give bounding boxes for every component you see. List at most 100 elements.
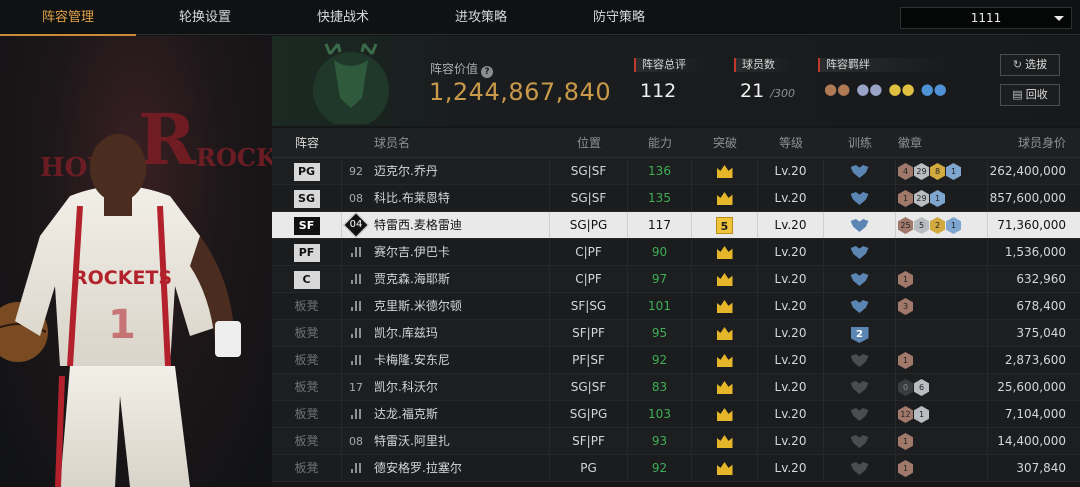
lineup-slot-tag[interactable]: C: [293, 271, 320, 289]
col-training[interactable]: 训练: [824, 128, 896, 157]
player-name[interactable]: 特雷沃.阿里扎: [370, 428, 550, 454]
cell-badges: [896, 320, 988, 346]
player-name[interactable]: 迈克尔.乔丹: [370, 158, 550, 184]
player-value: 307,840: [1016, 461, 1066, 475]
lineup-slot-tag[interactable]: PF: [293, 244, 320, 262]
lineup-slot-bench[interactable]: 板凳: [294, 434, 318, 448]
roster-table: 阵容 球员名 位置 能力 突破 等级 训练 徽章 球员身价 PG 92 迈克尔.…: [272, 128, 1080, 482]
col-badges[interactable]: 徽章: [896, 128, 988, 157]
badge-hex-icon[interactable]: 0: [898, 379, 913, 396]
tab-offense-strategy[interactable]: 进攻策略: [413, 0, 549, 35]
bond-gold-icon[interactable]: ●●: [888, 80, 914, 98]
col-slot[interactable]: 阵容: [272, 128, 342, 157]
player-value: 262,400,000: [989, 164, 1066, 178]
tab-defense-strategy[interactable]: 防守策略: [551, 0, 687, 35]
cell-breakthrough: [692, 374, 758, 400]
badge-hex-icon[interactable]: 1: [914, 406, 929, 423]
player-name[interactable]: 特雷西.麦格雷迪: [370, 212, 550, 238]
breakthrough-crown-icon: [716, 192, 733, 205]
training-icon[interactable]: [850, 219, 869, 232]
badge-hex-icon[interactable]: 1: [898, 460, 913, 477]
table-row[interactable]: 板凳 17 凯尔.科沃尔 SG|SF 83 Lv.20 06 25,600,00…: [272, 374, 1080, 401]
player-name[interactable]: 赛尔吉.伊巴卡: [370, 239, 550, 265]
table-row[interactable]: SF 04 特雷西.麦格雷迪 SG|PG 117 5 Lv.20 25 5 2 1 7…: [272, 212, 1080, 239]
lineup-slot-bench[interactable]: 板凳: [294, 461, 318, 475]
player-name[interactable]: 卡梅隆.安东尼: [370, 347, 550, 373]
bond-blue-icon[interactable]: ●●: [921, 80, 947, 98]
training-locked-icon[interactable]: [850, 408, 869, 421]
lineup-slot-bench[interactable]: 板凳: [294, 407, 318, 421]
training-locked-icon[interactable]: [850, 381, 869, 394]
col-name[interactable]: 球员名: [370, 128, 550, 157]
badge-hex-icon[interactable]: 1: [946, 217, 961, 234]
col-level[interactable]: 等级: [758, 128, 824, 157]
table-row[interactable]: 板凳 08 特雷沃.阿里扎 SF|PF 93 Lv.20 1 14,400,00…: [272, 428, 1080, 455]
training-locked-icon[interactable]: [850, 354, 869, 367]
help-icon[interactable]: ?: [481, 66, 494, 78]
badge-hex-icon[interactable]: 1: [898, 433, 913, 450]
badge-hex-icon[interactable]: 5: [914, 217, 929, 234]
badge-hex-icon[interactable]: 12: [898, 406, 913, 423]
table-row[interactable]: 板凳 卡梅隆.安东尼 PF|SF 92 Lv.20 1 2,873,600: [272, 347, 1080, 374]
player-name[interactable]: 凯尔.库兹玛: [370, 320, 550, 346]
training-icon[interactable]: [850, 273, 869, 286]
tab-quick-tactics[interactable]: 快捷战术: [275, 0, 411, 35]
badge-hex-icon[interactable]: 29: [914, 163, 929, 180]
player-name[interactable]: 凯尔.科沃尔: [370, 374, 550, 400]
recycle-icon: ▤: [1012, 88, 1023, 101]
lineup-slot-bench[interactable]: 板凳: [294, 380, 318, 394]
bond-silver-icon[interactable]: ●●: [856, 80, 882, 98]
col-breakthrough[interactable]: 突破: [692, 128, 758, 157]
lineup-slot-bench[interactable]: 板凳: [294, 299, 318, 313]
badge-hex-icon[interactable]: 6: [914, 379, 929, 396]
select-button[interactable]: ↻ 选拔: [1000, 54, 1060, 76]
lineup-slot-tag[interactable]: SG: [293, 190, 320, 208]
training-locked-icon[interactable]: [850, 462, 869, 475]
col-player-value[interactable]: 球员身价: [988, 128, 1080, 157]
badge-hex-icon[interactable]: 2: [930, 217, 945, 234]
recycle-button[interactable]: ▤ 回收: [1000, 84, 1060, 106]
col-ability[interactable]: 能力: [628, 128, 692, 157]
player-name[interactable]: 德安格罗.拉塞尔: [370, 455, 550, 481]
lineup-slot-bench[interactable]: 板凳: [294, 326, 318, 340]
training-icon[interactable]: [850, 192, 869, 205]
table-row[interactable]: PF 赛尔吉.伊巴卡 C|PF 90 Lv.20 1,536,000: [272, 239, 1080, 266]
badge-hex-icon[interactable]: 29: [914, 190, 929, 207]
bond-bronze-icon[interactable]: ●●: [824, 80, 850, 98]
cell-training: [824, 455, 896, 481]
bond-icons[interactable]: ●● ●● ●● ●●: [824, 80, 947, 98]
table-row[interactable]: SG 08 科比.布莱恩特 SG|SF 135 Lv.20 1 29 1 857,6…: [272, 185, 1080, 212]
tab-lineup-management[interactable]: 阵容管理: [0, 0, 136, 36]
table-row[interactable]: PG 92 迈克尔.乔丹 SG|SF 136 Lv.20 4 29 8 1 262,4…: [272, 158, 1080, 185]
player-name[interactable]: 克里斯.米德尔顿: [370, 293, 550, 319]
badge-hex-icon[interactable]: 3: [898, 298, 913, 315]
lineup-slot-tag[interactable]: PG: [293, 163, 320, 181]
table-row[interactable]: 板凳 凯尔.库兹玛 SF|PF 95 Lv.20 2 375,040: [272, 320, 1080, 347]
badge-hex-icon[interactable]: 1: [946, 163, 961, 180]
badge-hex-icon[interactable]: 1: [898, 271, 913, 288]
tab-rotation-settings[interactable]: 轮换设置: [137, 0, 273, 35]
player-name[interactable]: 科比.布莱恩特: [370, 185, 550, 211]
training-icon[interactable]: [850, 165, 869, 178]
lineup-slot-tag[interactable]: SF: [293, 217, 320, 235]
training-icon[interactable]: [850, 246, 869, 259]
lineup-slot-bench[interactable]: 板凳: [294, 353, 318, 367]
player-name[interactable]: 贾克森.海耶斯: [370, 266, 550, 292]
badge-hex-icon[interactable]: 4: [898, 163, 913, 180]
badge-hex-icon[interactable]: 1: [930, 190, 945, 207]
lineup-select-dropdown[interactable]: 1111: [900, 7, 1072, 29]
training-icon[interactable]: [850, 300, 869, 313]
training-locked-icon[interactable]: [850, 435, 869, 448]
badge-hex-icon[interactable]: 8: [930, 163, 945, 180]
cell-slot: 板凳: [272, 428, 342, 454]
badge-hex-icon[interactable]: 1: [898, 190, 913, 207]
table-row[interactable]: C 贾克森.海耶斯 C|PF 97 Lv.20 1 632,960: [272, 266, 1080, 293]
col-position[interactable]: 位置: [550, 128, 628, 157]
table-row[interactable]: 板凳 德安格罗.拉塞尔 PG 92 Lv.20 1 307,840: [272, 455, 1080, 482]
badge-hex-icon[interactable]: 1: [898, 352, 913, 369]
player-name[interactable]: 达龙.福克斯: [370, 401, 550, 427]
badge-hex-icon[interactable]: 25: [898, 217, 913, 234]
training-level[interactable]: 2: [850, 327, 869, 343]
table-row[interactable]: 板凳 克里斯.米德尔顿 SF|SG 101 Lv.20 3 678,400: [272, 293, 1080, 320]
table-row[interactable]: 板凳 达龙.福克斯 SG|PG 103 Lv.20 12 1 7,104,000: [272, 401, 1080, 428]
